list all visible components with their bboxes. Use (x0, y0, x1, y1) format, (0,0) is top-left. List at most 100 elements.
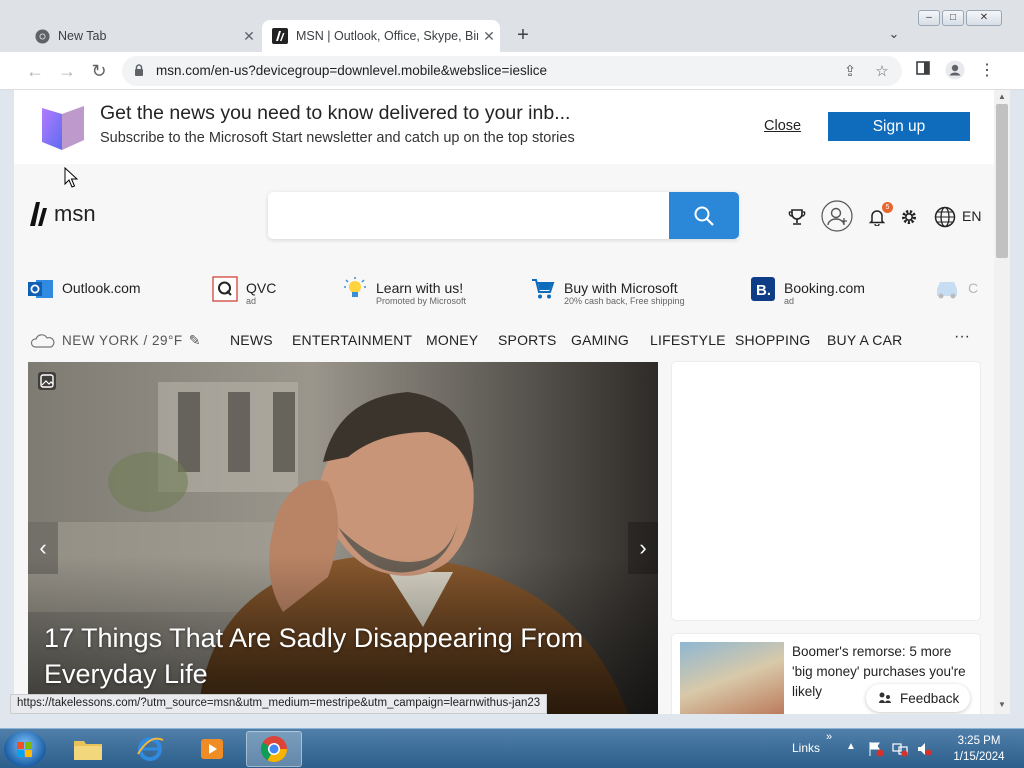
quick-link-sub: ad (784, 296, 795, 306)
links-toolbar[interactable]: Links (792, 741, 820, 755)
quick-link-qvc[interactable]: QVC ad (212, 276, 276, 306)
nav-item-money[interactable]: MONEY (426, 332, 478, 348)
taskbar-ie[interactable] (122, 731, 178, 767)
chrome-icon (34, 28, 50, 44)
feedback-button[interactable]: Feedback (866, 684, 970, 712)
newsletter-signup-button[interactable]: Sign up (828, 112, 970, 141)
show-hidden-icons-icon[interactable]: ▲ (846, 741, 862, 757)
new-tab-button[interactable]: + (512, 24, 534, 46)
taskbar-explorer[interactable] (60, 731, 116, 767)
maximize-button[interactable]: □ (942, 10, 964, 26)
msn-logo[interactable]: msn (28, 200, 96, 228)
forward-arrow-icon[interactable]: → (56, 60, 78, 82)
quick-link-learn[interactable]: Learn with us! Promoted by Microsoft (342, 276, 466, 306)
lightbulb-icon (342, 276, 368, 302)
nav-item-entertainment[interactable]: ENTERTAINMENT (292, 332, 412, 348)
outlook-icon (28, 276, 54, 302)
newsletter-banner: Get the news you need to know delivered … (14, 90, 994, 164)
close-window-button[interactable]: ✕ (966, 10, 1002, 26)
tab-new-tab[interactable]: New Tab ✕ (22, 20, 260, 52)
article-thumbnail (680, 642, 784, 714)
car-icon (934, 276, 960, 302)
scrollbar-thumb[interactable] (996, 104, 1008, 258)
rewards-trophy-icon[interactable] (784, 204, 810, 230)
address-bar[interactable]: msn.com/en-us?devicegroup=downlevel.mobi… (122, 56, 902, 86)
links-chevron-icon[interactable]: » (826, 731, 842, 747)
more-options-icon[interactable]: ··· (954, 328, 970, 346)
carousel-prev-icon[interactable]: ‹ (28, 522, 58, 574)
clock-date: 1/15/2024 (953, 751, 1005, 763)
tab-search-chevron-icon[interactable]: ⌄ (884, 26, 904, 46)
quick-link-label: Outlook.com (62, 280, 141, 296)
media-player-icon (201, 739, 223, 759)
action-center-flag-icon[interactable] (868, 741, 884, 757)
minimize-button[interactable]: – (918, 10, 940, 26)
weather-text: NEW YORK / 29°F (62, 333, 183, 348)
svg-text:B.: B. (756, 282, 771, 299)
cloud-icon (30, 333, 55, 348)
close-tab-icon[interactable]: ✕ (238, 28, 260, 45)
nav-item-gaming[interactable]: GAMING (571, 332, 629, 348)
quick-link-label: Buy with Microsoft (564, 280, 678, 296)
msn-icon (272, 28, 288, 44)
back-arrow-icon[interactable]: ← (24, 60, 46, 82)
cart-icon (530, 276, 556, 302)
bookmark-star-icon[interactable]: ☆ (872, 62, 892, 82)
quick-link-booking[interactable]: B. Booking.com ad (750, 276, 865, 306)
nav-item-lifestyle[interactable]: LIFESTYLE (650, 332, 726, 348)
reload-icon[interactable]: ↻ (88, 60, 110, 82)
tab-msn[interactable]: MSN | Outlook, Office, Skype, Bing ✕ (262, 20, 500, 52)
nav-item-news[interactable]: NEWS (230, 332, 273, 348)
msn-logo-text: msn (54, 201, 96, 226)
quick-link-car[interactable]: C (934, 276, 978, 302)
quick-link-sub: 20% cash back, Free shipping (564, 296, 685, 306)
qvc-icon (212, 276, 238, 302)
feedback-icon (879, 692, 891, 703)
carousel-next-icon[interactable]: › (628, 522, 658, 574)
page-viewport: Get the news you need to know delivered … (14, 90, 994, 714)
weather-widget[interactable]: NEW YORK / 29°F ✎ (30, 332, 201, 349)
nav-item-shopping[interactable]: SHOPPING (735, 332, 811, 348)
vertical-scrollbar[interactable]: ▲ ▼ (994, 90, 1010, 714)
taskbar-media-player[interactable] (184, 731, 240, 767)
close-tab-icon[interactable]: ✕ (478, 28, 500, 45)
quick-link-buy-microsoft[interactable]: Buy with Microsoft 20% cash back, Free sh… (530, 276, 685, 306)
settings-gear-icon[interactable] (896, 204, 922, 230)
hero-article-card[interactable]: ‹ › 17 Things That Are Sadly Disappearin… (28, 362, 658, 714)
tab-title: New Tab (58, 29, 107, 43)
windows-logo-icon (17, 742, 32, 757)
profile-icon[interactable] (944, 60, 966, 82)
quick-link-outlook[interactable]: Outlook.com (28, 276, 141, 302)
clock[interactable]: 3:25 PM 1/15/2024 (944, 733, 1014, 765)
nav-item-sports[interactable]: SPORTS (498, 332, 557, 348)
search-button[interactable] (669, 192, 739, 239)
newsletter-close-link[interactable]: Close (764, 118, 801, 134)
quick-link-label: QVC (246, 280, 277, 296)
share-icon[interactable]: ⇪ (840, 62, 860, 82)
tab-title: MSN | Outlook, Office, Skype, Bing (296, 29, 478, 43)
scroll-down-icon[interactable]: ▼ (994, 700, 1010, 709)
side-panel-icon[interactable] (912, 60, 934, 82)
globe-icon[interactable] (932, 204, 958, 230)
language-selector[interactable]: EN (962, 208, 981, 224)
hero-article-title[interactable]: 17 Things That Are Sadly Disappearing Fr… (44, 620, 644, 692)
account-avatar-icon[interactable] (821, 200, 853, 232)
quick-link-label: C (968, 280, 979, 296)
menu-kebab-icon[interactable]: ⋮ (976, 60, 998, 82)
microsoft-start-logo-icon (38, 100, 88, 157)
search-input[interactable] (268, 192, 738, 239)
pencil-icon[interactable]: ✎ (189, 332, 201, 349)
lock-icon (134, 64, 144, 82)
network-icon[interactable] (892, 741, 908, 757)
start-button[interactable] (4, 731, 46, 767)
scroll-up-icon[interactable]: ▲ (994, 92, 1010, 101)
browser-window: New Tab ✕ MSN | Outlook, Office, Skype, … (0, 0, 1024, 728)
search-icon (694, 206, 714, 226)
quick-link-label: Learn with us! (376, 280, 464, 296)
chrome-icon (260, 736, 288, 763)
taskbar-chrome[interactable] (246, 731, 302, 767)
nav-item-buy-a-car[interactable]: BUY A CAR (827, 332, 902, 348)
volume-muted-icon[interactable] (916, 741, 932, 757)
newsletter-headline: Get the news you need to know delivered … (100, 102, 571, 124)
booking-icon: B. (750, 276, 776, 302)
